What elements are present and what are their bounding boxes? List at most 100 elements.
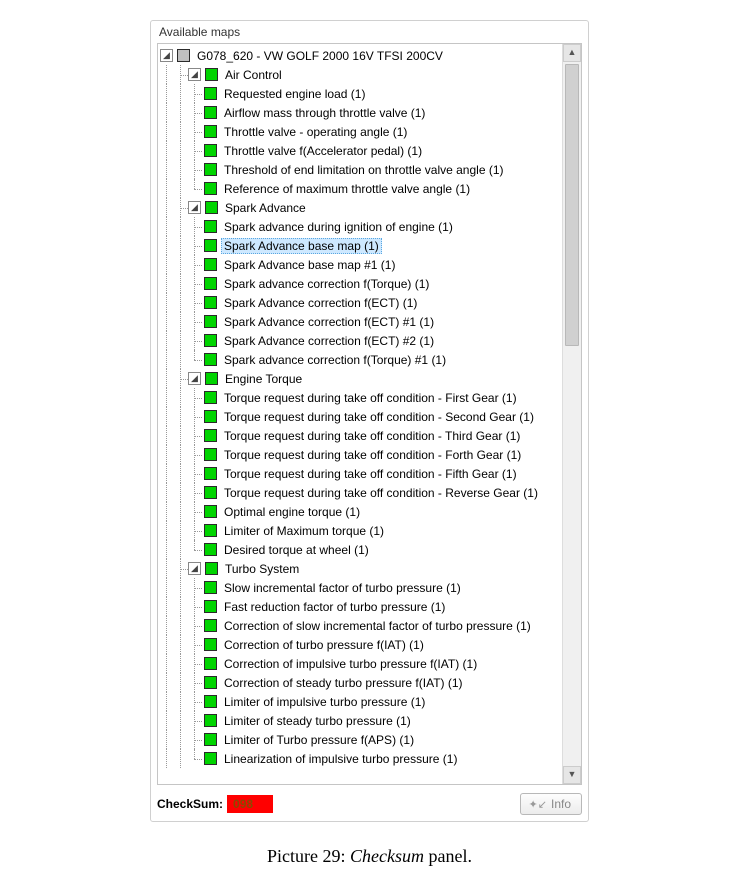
tree-item-label[interactable]: Airflow mass through throttle valve (1): [221, 105, 428, 121]
node-icon: [204, 334, 217, 347]
node-icon: [204, 239, 217, 252]
tree-item-label[interactable]: Linearization of impulsive turbo pressur…: [221, 751, 460, 767]
tree-item-label[interactable]: Fast reduction factor of turbo pressure …: [221, 599, 448, 615]
tree-item[interactable]: Spark Advance base map #1 (1): [160, 255, 563, 274]
node-icon: [204, 258, 217, 271]
tree-root[interactable]: ◢ G078_620 - VW GOLF 2000 16V TFSI 200CV: [160, 46, 563, 65]
tree-item-label[interactable]: Throttle valve f(Accelerator pedal) (1): [221, 143, 425, 159]
tree-item[interactable]: Correction of steady turbo pressure f(IA…: [160, 673, 563, 692]
node-icon: [205, 68, 218, 81]
tree-item-label[interactable]: Spark Advance correction f(ECT) (1): [221, 295, 420, 311]
scroll-down-button[interactable]: ▼: [563, 766, 581, 784]
scroll-up-button[interactable]: ▲: [563, 44, 581, 62]
tree-item-label[interactable]: Correction of slow incremental factor of…: [221, 618, 534, 634]
tree-item[interactable]: Threshold of end limitation on throttle …: [160, 160, 563, 179]
tree-item-label[interactable]: Spark Advance correction f(ECT) #1 (1): [221, 314, 437, 330]
tree-item[interactable]: Spark Advance correction f(ECT) (1): [160, 293, 563, 312]
tree-item-label[interactable]: Torque request during take off condition…: [221, 428, 523, 444]
tree-group[interactable]: ◢ Air Control: [160, 65, 563, 84]
tree-item[interactable]: Linearization of impulsive turbo pressur…: [160, 749, 563, 768]
tree-item[interactable]: Throttle valve - operating angle (1): [160, 122, 563, 141]
tree-item-label[interactable]: Desired torque at wheel (1): [221, 542, 372, 558]
tree-item-label[interactable]: Correction of steady turbo pressure f(IA…: [221, 675, 466, 691]
expand-toggle[interactable]: ◢: [188, 562, 201, 575]
tree-item-label[interactable]: Throttle valve - operating angle (1): [221, 124, 410, 140]
tree-item-label[interactable]: Torque request during take off condition…: [221, 485, 541, 501]
tree-item[interactable]: Requested engine load (1): [160, 84, 563, 103]
tree-item-label[interactable]: Optimal engine torque (1): [221, 504, 363, 520]
node-icon: [204, 524, 217, 537]
tree-item[interactable]: Spark advance correction f(Torque) (1): [160, 274, 563, 293]
tree-item-label[interactable]: Correction of turbo pressure f(IAT) (1): [221, 637, 427, 653]
tree-item[interactable]: Spark Advance base map (1): [160, 236, 563, 255]
expand-toggle[interactable]: ◢: [188, 201, 201, 214]
tree-item[interactable]: Slow incremental factor of turbo pressur…: [160, 578, 563, 597]
tree-item-label[interactable]: Threshold of end limitation on throttle …: [221, 162, 507, 178]
tree-item-label[interactable]: Spark Advance base map #1 (1): [221, 257, 398, 273]
expand-toggle[interactable]: ◢: [160, 49, 173, 62]
node-icon: [204, 619, 217, 632]
node-icon: [204, 182, 217, 195]
tree-item-label[interactable]: Torque request during take off condition…: [221, 466, 520, 482]
tree-item[interactable]: Torque request during take off condition…: [160, 388, 563, 407]
node-icon: [204, 144, 217, 157]
vertical-scrollbar[interactable]: ▲ ▼: [562, 44, 581, 784]
tree-item[interactable]: Torque request during take off condition…: [160, 445, 563, 464]
info-button[interactable]: ✦↙ Info: [520, 793, 582, 815]
tree-item-label[interactable]: Limiter of impulsive turbo pressure (1): [221, 694, 428, 710]
expand-toggle[interactable]: ◢: [188, 372, 201, 385]
tree[interactable]: ◢G078_620 - VW GOLF 2000 16V TFSI 200CV◢…: [158, 44, 563, 784]
node-icon: [204, 467, 217, 480]
tree-item[interactable]: Airflow mass through throttle valve (1): [160, 103, 563, 122]
tree-item[interactable]: Torque request during take off condition…: [160, 464, 563, 483]
tree-item[interactable]: Spark Advance correction f(ECT) #1 (1): [160, 312, 563, 331]
tree-item[interactable]: Reference of maximum throttle valve angl…: [160, 179, 563, 198]
tree-item[interactable]: Spark Advance correction f(ECT) #2 (1): [160, 331, 563, 350]
tree-item[interactable]: Torque request during take off condition…: [160, 483, 563, 502]
tree-item[interactable]: Correction of impulsive turbo pressure f…: [160, 654, 563, 673]
node-icon: [204, 315, 217, 328]
tree-group[interactable]: ◢ Spark Advance: [160, 198, 563, 217]
tree-item-label[interactable]: Torque request during take off condition…: [221, 390, 520, 406]
tree-item-label[interactable]: Limiter of steady turbo pressure (1): [221, 713, 414, 729]
tree-item-label[interactable]: Spark Advance correction f(ECT) #2 (1): [221, 333, 437, 349]
tree-item-label[interactable]: Slow incremental factor of turbo pressur…: [221, 580, 464, 596]
tree-item-label[interactable]: Spark advance correction f(Torque) #1 (1…: [221, 352, 449, 368]
expand-toggle[interactable]: ◢: [188, 68, 201, 81]
tree-item-label[interactable]: Torque request during take off condition…: [221, 447, 524, 463]
tree-group-label[interactable]: Spark Advance: [222, 200, 309, 216]
tree-item[interactable]: Torque request during take off condition…: [160, 407, 563, 426]
tree-group-label[interactable]: Turbo System: [222, 561, 302, 577]
tree-item[interactable]: Fast reduction factor of turbo pressure …: [160, 597, 563, 616]
tree-item-label[interactable]: Correction of impulsive turbo pressure f…: [221, 656, 480, 672]
tree-item[interactable]: Spark advance correction f(Torque) #1 (1…: [160, 350, 563, 369]
tree-item[interactable]: Spark advance during ignition of engine …: [160, 217, 563, 236]
tree-item-label[interactable]: Requested engine load (1): [221, 86, 368, 102]
tree-group-label[interactable]: Air Control: [222, 67, 285, 83]
tree-item[interactable]: Correction of slow incremental factor of…: [160, 616, 563, 635]
tree-item[interactable]: Throttle valve f(Accelerator pedal) (1): [160, 141, 563, 160]
scroll-thumb[interactable]: [565, 64, 579, 346]
tree-item-label[interactable]: Limiter of Maximum torque (1): [221, 523, 387, 539]
node-icon: [204, 695, 217, 708]
tree-item[interactable]: Optimal engine torque (1): [160, 502, 563, 521]
tree-item[interactable]: Correction of turbo pressure f(IAT) (1): [160, 635, 563, 654]
tree-root-label[interactable]: G078_620 - VW GOLF 2000 16V TFSI 200CV: [194, 48, 446, 64]
tree-item[interactable]: Limiter of Maximum torque (1): [160, 521, 563, 540]
tree-item[interactable]: Limiter of Turbo pressure f(APS) (1): [160, 730, 563, 749]
tree-item[interactable]: Limiter of steady turbo pressure (1): [160, 711, 563, 730]
tree-group[interactable]: ◢ Turbo System: [160, 559, 563, 578]
tree-item[interactable]: Limiter of impulsive turbo pressure (1): [160, 692, 563, 711]
tree-item[interactable]: Torque request during take off condition…: [160, 426, 563, 445]
tree-group-label[interactable]: Engine Torque: [222, 371, 305, 387]
tree-item-label[interactable]: Reference of maximum throttle valve angl…: [221, 181, 473, 197]
tree-item-label[interactable]: Spark advance correction f(Torque) (1): [221, 276, 432, 292]
tree-item-label[interactable]: Spark advance during ignition of engine …: [221, 219, 456, 235]
node-icon: [204, 600, 217, 613]
tree-item-label[interactable]: Spark Advance base map (1): [221, 238, 382, 254]
tree-group[interactable]: ◢ Engine Torque: [160, 369, 563, 388]
tree-item[interactable]: Desired torque at wheel (1): [160, 540, 563, 559]
tree-item-label[interactable]: Limiter of Turbo pressure f(APS) (1): [221, 732, 417, 748]
tree-item-label[interactable]: Torque request during take off condition…: [221, 409, 537, 425]
node-icon: [177, 49, 190, 62]
